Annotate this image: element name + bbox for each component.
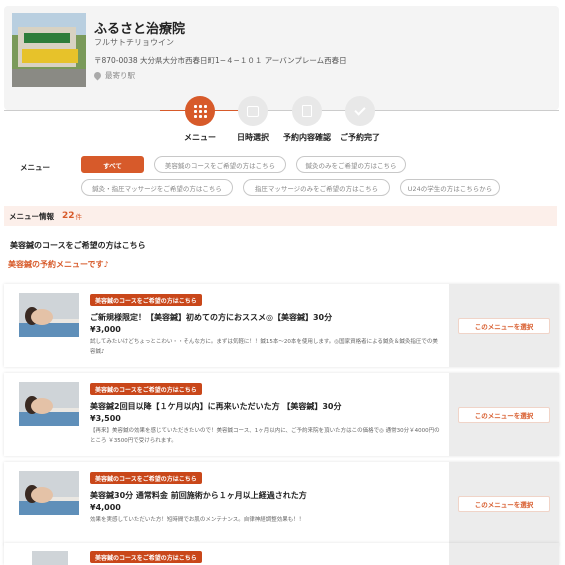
menu-select-panel: このメニューを選択 — [449, 462, 559, 545]
menu-description: 【再来】美容鍼の効果を感じていただきたいので！美容鍼コース、1ヶ月以内に、ご予約… — [90, 428, 440, 444]
document-icon — [302, 105, 312, 117]
clinic-address: 〒870-0038 大分県大分市西春日町1−４−１０１ アーバンプレーム西春日 — [94, 56, 347, 65]
step-label: ご予約完了 — [340, 133, 380, 142]
menu-description: 試してみたいけどちょっとこわい・・そんな方に。まずは気軽に！！鍼15本〜20本を… — [90, 339, 438, 355]
menu-price: ¥3,000 — [90, 325, 121, 334]
menu-card[interactable]: 美容鍼のコースをご希望の方はこちら 美容鍼30分 通常料金 前回施術から１ヶ月以… — [4, 462, 559, 545]
menu-name: ご新規様限定！【美容鍼】初めての方におススメ◎【美容鍼】30分 — [90, 313, 333, 322]
select-menu-button[interactable]: このメニューを選択 — [458, 317, 550, 334]
category-tag: 美容鍼のコースをご希望の方はこちら — [90, 383, 202, 395]
filter-chip-u24[interactable]: U24の学生の方はこちらから — [400, 179, 500, 196]
menu-photo — [19, 293, 79, 337]
filter-chip-acu-massage[interactable]: 鍼灸・指圧マッサージをご希望の方はこちら — [81, 179, 233, 196]
nearest-station[interactable]: 最寄り駅 — [92, 70, 135, 81]
filter-chip-massage[interactable]: 指圧マッサージのみをご希望の方はこちら — [243, 179, 390, 196]
menu-name: 美容鍼30分 通常料金 前回施術から１ヶ月以上経過された方 — [90, 491, 307, 500]
select-menu-button[interactable]: このメニューを選択 — [458, 495, 550, 512]
menu-select-panel: このメニューを選択 — [449, 284, 559, 367]
menu-select-panel: このメニューを選択 — [449, 373, 559, 456]
step-confirm[interactable]: 予約内容確認 — [277, 96, 337, 143]
step-complete[interactable]: ご予約完了 — [330, 96, 390, 143]
step-label: 予約内容確認 — [283, 133, 331, 142]
step-menu[interactable]: メニュー — [170, 96, 230, 143]
filter-chip-beauty[interactable]: 美容鍼のコースをご希望の方はこちら — [154, 156, 286, 173]
category-tag: 美容鍼のコースをご希望の方はこちら — [90, 551, 202, 563]
category-tag: 美容鍼のコースをご希望の方はこちら — [90, 472, 202, 484]
check-icon — [354, 103, 366, 116]
menu-card[interactable]: 美容鍼のコースをご希望の方はこちら 美容鍼2回目以降【１ケ月以内】に再来いただい… — [4, 373, 559, 456]
grid-icon — [193, 104, 207, 118]
station-label: 最寄り駅 — [105, 71, 135, 80]
clinic-kana: フルサトチリョウイン — [94, 38, 174, 47]
step-label: 日時選択 — [237, 133, 269, 142]
menu-photo — [19, 382, 79, 426]
filter-chip-all[interactable]: すべて — [81, 156, 144, 173]
select-menu-button[interactable]: このメニューを選択 — [458, 406, 550, 423]
filter-chip-acupuncture[interactable]: 鍼灸のみをご希望の方はこちら — [296, 156, 406, 173]
clinic-photo — [12, 13, 86, 87]
menu-info-bar: メニュー情報 22 件 — [4, 206, 557, 226]
booking-steps: メニュー 日時選択 予約内容確認 ご予約完了 — [0, 96, 565, 146]
location-pin-icon — [92, 70, 103, 81]
menu-photo — [19, 471, 79, 515]
section-title: 美容鍼のコースをご希望の方はこちら — [10, 241, 146, 250]
menu-count: 22 — [62, 211, 75, 221]
menu-description: 効果を実感していただいた方！短時間でお肌のメンテナンス。自律神経調整効果も！！ — [90, 517, 305, 523]
category-tag: 美容鍼のコースをご希望の方はこちら — [90, 294, 202, 306]
menu-info-label: メニュー情報 — [9, 211, 54, 221]
clinic-name: ふるさと治療院 — [94, 22, 186, 37]
menu-photo — [32, 551, 68, 565]
menu-name: 美容鍼2回目以降【１ケ月以内】に再来いただいた方 【美容鍼】30分 — [90, 402, 342, 411]
clinic-card: ふるさと治療院 フルサトチリョウイン 〒870-0038 大分県大分市西春日町1… — [4, 6, 559, 110]
step-datetime[interactable]: 日時選択 — [223, 96, 283, 143]
menu-card[interactable]: 美容鍼のコースをご希望の方はこちら — [4, 543, 559, 565]
menu-price: ¥4,000 — [90, 503, 121, 512]
step-label: メニュー — [184, 133, 216, 142]
menu-select-panel — [449, 543, 559, 565]
filter-label: メニュー — [20, 163, 50, 172]
menu-card[interactable]: 美容鍼のコースをご希望の方はこちら ご新規様限定！【美容鍼】初めての方におススメ… — [4, 284, 559, 367]
menu-count-unit: 件 — [75, 213, 83, 221]
section-subtitle: 美容鍼の予約メニューです♪ — [8, 260, 109, 269]
menu-price: ¥3,500 — [90, 414, 121, 423]
calendar-icon — [247, 105, 259, 117]
